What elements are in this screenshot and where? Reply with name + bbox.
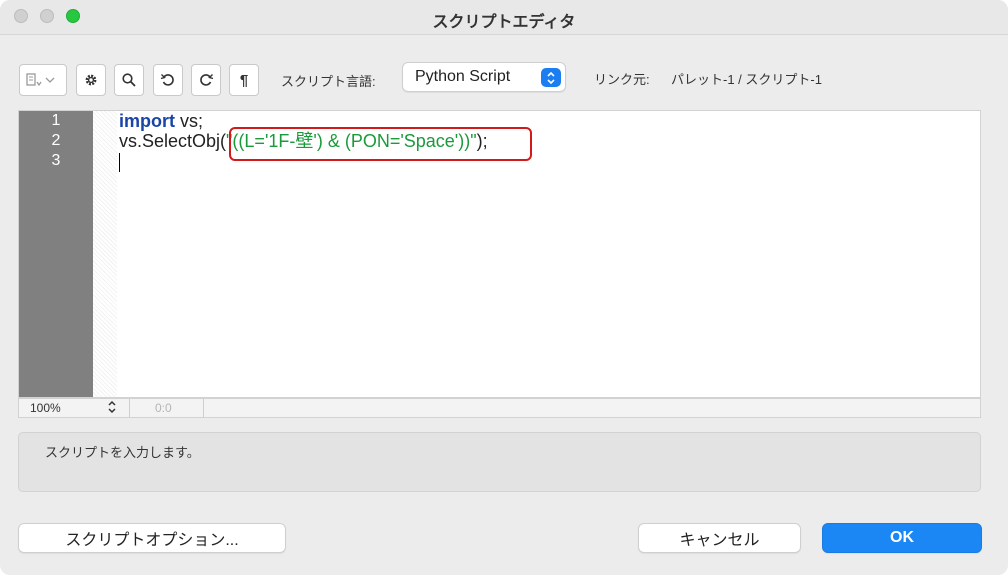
code-text: vs.SelectObj(: [119, 131, 227, 151]
title-bar: スクリプトエディタ: [0, 0, 1008, 35]
message-area: スクリプトを入力します。: [18, 432, 981, 492]
fold-margin: [93, 111, 117, 397]
redo-button[interactable]: [191, 64, 221, 96]
script-editor-window: スクリプトエディタ ¶ スクリプト言語: Python Script リンク元:…: [0, 0, 1008, 575]
redo-icon: [200, 74, 214, 86]
zoom-stepper-icon[interactable]: [107, 399, 117, 418]
keyword-import: import: [119, 111, 175, 131]
message-text: スクリプトを入力します。: [45, 445, 200, 460]
editor-status-bar: 100% 0:0: [18, 398, 981, 418]
show-invisibles-button[interactable]: ¶: [229, 64, 259, 96]
highlight-annotation: [229, 127, 532, 161]
script-language-select[interactable]: Python Script: [402, 62, 566, 92]
insert-popup-button[interactable]: [19, 64, 67, 96]
window-title: スクリプトエディタ: [432, 14, 576, 31]
line-number: 1: [51, 112, 61, 129]
search-icon: [122, 73, 136, 87]
link-value: パレット-1 / スクリプト-1: [671, 72, 822, 87]
chevron-up-down-icon: [541, 68, 561, 87]
zoom-level[interactable]: 100%: [30, 401, 61, 415]
undo-button[interactable]: [153, 64, 183, 96]
line-number: 2: [51, 132, 61, 149]
find-button[interactable]: [114, 64, 144, 96]
insert-tool-icon: [26, 73, 55, 87]
link-label: リンク元:: [594, 72, 650, 87]
divider: [203, 399, 204, 417]
line-number-gutter: 1 2 3: [19, 111, 93, 397]
undo-icon: [160, 74, 174, 86]
code-editor[interactable]: 1 2 3 import vs; vs.SelectObj("((L='1F-壁…: [18, 110, 981, 398]
script-language-value: Python Script: [415, 68, 511, 85]
divider: [129, 399, 130, 417]
code-line-1: import vs;: [119, 111, 203, 131]
ok-button[interactable]: OK: [822, 523, 982, 553]
script-language-label: スクリプト言語:: [281, 74, 376, 89]
script-options-button[interactable]: スクリプトオプション...: [18, 523, 286, 553]
line-number: 3: [51, 152, 61, 169]
code-text: vs;: [175, 111, 204, 131]
settings-button[interactable]: [76, 64, 106, 96]
cursor-position: 0:0: [155, 401, 172, 415]
text-cursor: [119, 153, 120, 172]
pilcrow-icon: ¶: [239, 71, 249, 89]
gear-icon: [85, 74, 97, 86]
cancel-button[interactable]: キャンセル: [638, 523, 801, 553]
